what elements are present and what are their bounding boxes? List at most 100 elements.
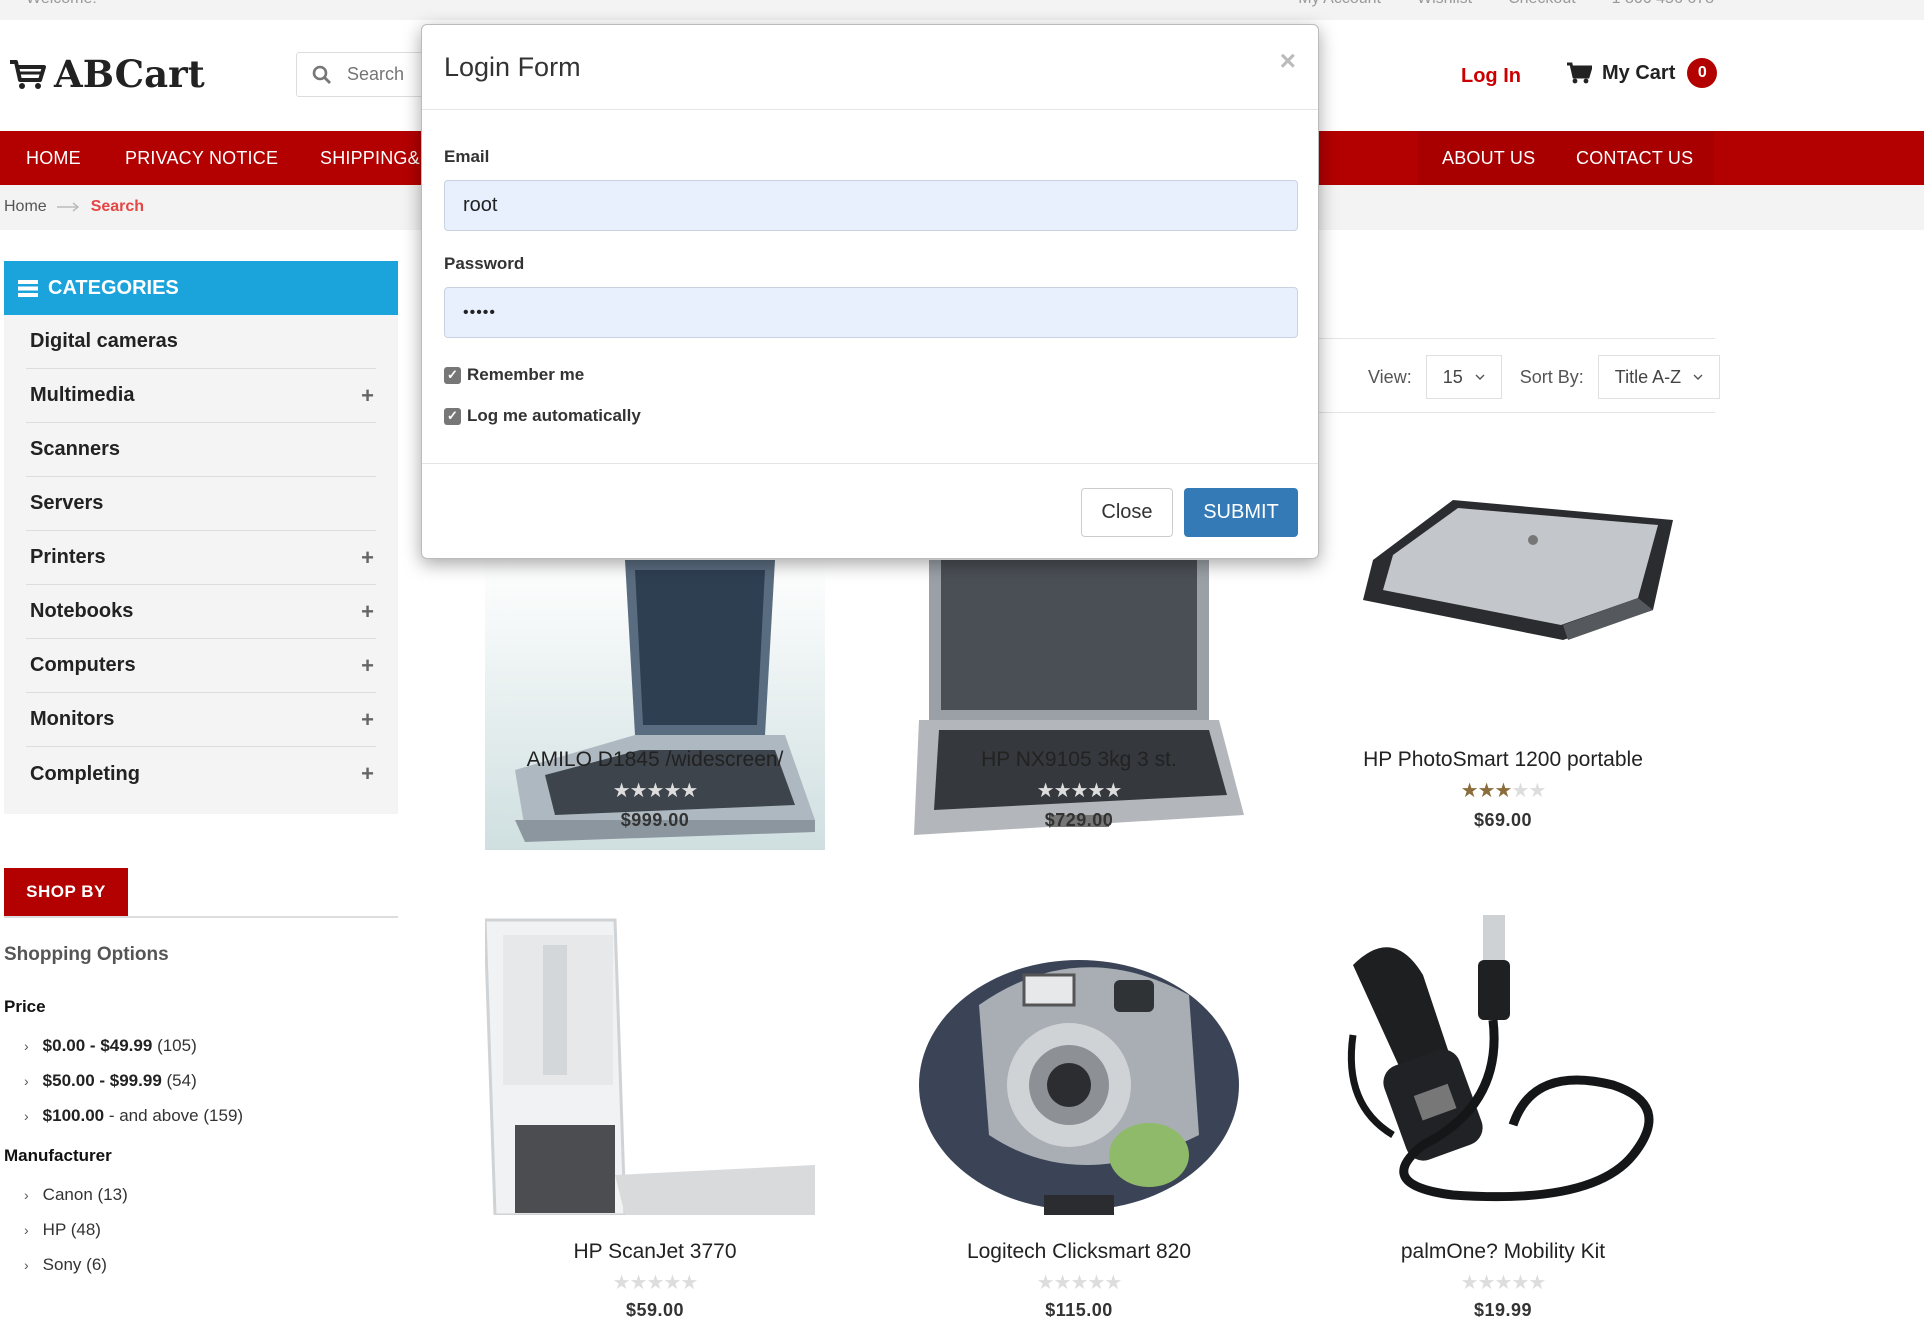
expand-plus-icon[interactable]: + — [361, 545, 376, 571]
phone-number: 1 800 456 678 — [1612, 0, 1714, 8]
product-image[interactable] — [483, 915, 825, 1217]
category-item[interactable]: Scanners — [26, 423, 376, 477]
rating-stars: ★★★★★ — [1460, 780, 1547, 802]
chevron-right-icon: › — [24, 1037, 29, 1054]
manufacturer-name: HP — [42, 1219, 66, 1239]
category-label: Digital cameras — [30, 330, 178, 352]
my-account-link[interactable]: My Account — [1298, 0, 1381, 8]
expand-plus-icon[interactable]: + — [361, 383, 376, 409]
manufacturer-filter-item[interactable]: › Sony (6) — [24, 1247, 128, 1282]
category-item[interactable]: Multimedia + — [26, 369, 376, 423]
cart-logo-icon — [10, 60, 46, 89]
nav-home[interactable]: HOME — [26, 131, 81, 185]
password-field[interactable]: ••••• — [444, 287, 1298, 338]
chevron-right-icon: › — [24, 1186, 29, 1203]
welcome-text: Welcome! — [26, 0, 97, 8]
product-name[interactable]: Logitech Clicksmart 820 — [889, 1240, 1269, 1264]
product-price: $999.00 — [620, 810, 690, 830]
auto-login-checkbox[interactable]: ✓ Log me automatically — [444, 406, 641, 426]
product-name[interactable]: HP NX9105 3kg 3 st. — [889, 748, 1269, 772]
product-image[interactable] — [1333, 480, 1673, 680]
checkbox-checked-icon[interactable]: ✓ — [444, 407, 461, 425]
price-filter-list: › $0.00 - $49.99 (105) › $50.00 - $99.99… — [24, 1028, 243, 1133]
rating-stars: ★★★★★ — [612, 780, 699, 802]
category-item[interactable]: Notebooks + — [26, 585, 376, 639]
category-item[interactable]: Monitors + — [26, 693, 376, 747]
price-suffix: - and above — [104, 1105, 199, 1125]
submit-button[interactable]: SUBMIT — [1184, 488, 1298, 537]
category-label: Completing — [30, 762, 140, 785]
cart-label: My Cart — [1602, 61, 1676, 84]
logo[interactable]: ABCart — [8, 52, 205, 96]
manufacturer-filter-item[interactable]: › HP (48) — [24, 1212, 128, 1247]
expand-plus-icon[interactable]: + — [361, 707, 376, 733]
price-filter-item[interactable]: › $0.00 - $49.99 (105) — [24, 1028, 243, 1063]
product-image[interactable] — [1333, 905, 1673, 1215]
menu-icon — [18, 279, 38, 297]
chevron-right-icon: › — [24, 1256, 29, 1273]
manufacturer-count: (48) — [70, 1219, 101, 1239]
nav-privacy-notice[interactable]: PRIVACY NOTICE — [125, 131, 278, 185]
price-filter-item[interactable]: › $100.00 - and above (159) — [24, 1098, 243, 1133]
shop-by-divider — [4, 916, 398, 918]
category-item[interactable]: Digital cameras — [26, 315, 376, 369]
price-range: $50.00 - $99.99 — [42, 1070, 162, 1090]
breadcrumb: Home Search — [4, 198, 144, 216]
categories-title: CATEGORIES — [48, 276, 179, 299]
category-label: Scanners — [30, 438, 121, 460]
product-name[interactable]: palmOne? Mobility Kit — [1313, 1240, 1693, 1264]
manufacturer-filter-item[interactable]: › Canon (13) — [24, 1177, 128, 1212]
search-icon[interactable] — [297, 65, 347, 85]
category-item[interactable]: Servers — [26, 477, 376, 531]
product-name[interactable]: HP PhotoSmart 1200 portable — [1313, 748, 1693, 772]
nav-shipping[interactable]: SHIPPING& — [320, 131, 420, 185]
product-name[interactable]: AMILO D1845 /widescreen/ — [465, 748, 845, 772]
product-name[interactable]: HP ScanJet 3770 — [465, 1240, 845, 1264]
product-image[interactable] — [909, 935, 1249, 1215]
breadcrumb-home[interactable]: Home — [4, 198, 47, 216]
sort-select[interactable]: Title A-Z — [1597, 355, 1721, 399]
email-label: Email — [444, 147, 490, 166]
expand-plus-icon[interactable]: + — [361, 653, 376, 679]
email-field[interactable]: root — [444, 180, 1298, 231]
category-label: Servers — [30, 492, 104, 514]
category-item[interactable]: Computers + — [26, 639, 376, 693]
login-modal: Login Form × Email root Password ••••• ✓… — [421, 24, 1319, 559]
top-bar: Welcome! My Account Wishlist Checkout 1 … — [0, 0, 1924, 20]
arrow-right-icon — [56, 202, 79, 212]
wishlist-link[interactable]: Wishlist — [1417, 0, 1472, 8]
checkout-link[interactable]: Checkout — [1508, 0, 1576, 8]
shopping-options-title: Shopping Options — [4, 944, 169, 965]
product-price: $19.99 — [1473, 1300, 1533, 1317]
product-price: $115.00 — [1045, 1300, 1113, 1317]
product-image[interactable] — [465, 560, 841, 850]
product-price: $729.00 — [1044, 810, 1114, 830]
manufacturer-name: Sony — [42, 1254, 82, 1274]
logo-text: ABCart — [54, 52, 205, 96]
expand-plus-icon[interactable]: + — [361, 761, 376, 787]
nav-about-us[interactable]: ABOUT US — [1442, 131, 1535, 185]
chevron-right-icon: › — [24, 1072, 29, 1089]
login-link[interactable]: Log In — [1461, 65, 1521, 88]
category-item[interactable]: Completing + — [26, 747, 376, 801]
manufacturer-count: (13) — [97, 1184, 128, 1204]
category-item[interactable]: Printers + — [26, 531, 376, 585]
close-button[interactable]: Close — [1081, 488, 1173, 537]
modal-title: Login Form — [444, 52, 581, 82]
product-image[interactable] — [909, 560, 1249, 850]
price-filter-item[interactable]: › $50.00 - $99.99 (54) — [24, 1063, 243, 1098]
expand-plus-icon[interactable]: + — [361, 599, 376, 625]
auto-login-label: Log me automatically — [467, 406, 641, 425]
checkbox-checked-icon[interactable]: ✓ — [444, 366, 461, 384]
remember-me-checkbox[interactable]: ✓ Remember me — [444, 365, 584, 385]
nav-contact-us[interactable]: CONTACT US — [1576, 131, 1693, 185]
price-count: (159) — [203, 1105, 244, 1125]
close-icon[interactable]: × — [1280, 45, 1296, 77]
my-cart-button[interactable]: My Cart 0 — [1566, 58, 1718, 88]
sort-value: Title A-Z — [1614, 366, 1682, 387]
category-label: Monitors — [30, 708, 115, 730]
modal-footer-divider — [422, 463, 1318, 464]
modal-header: Login Form × — [422, 25, 1318, 110]
view-value: 15 — [1442, 366, 1463, 387]
view-select[interactable]: 15 — [1425, 355, 1502, 399]
